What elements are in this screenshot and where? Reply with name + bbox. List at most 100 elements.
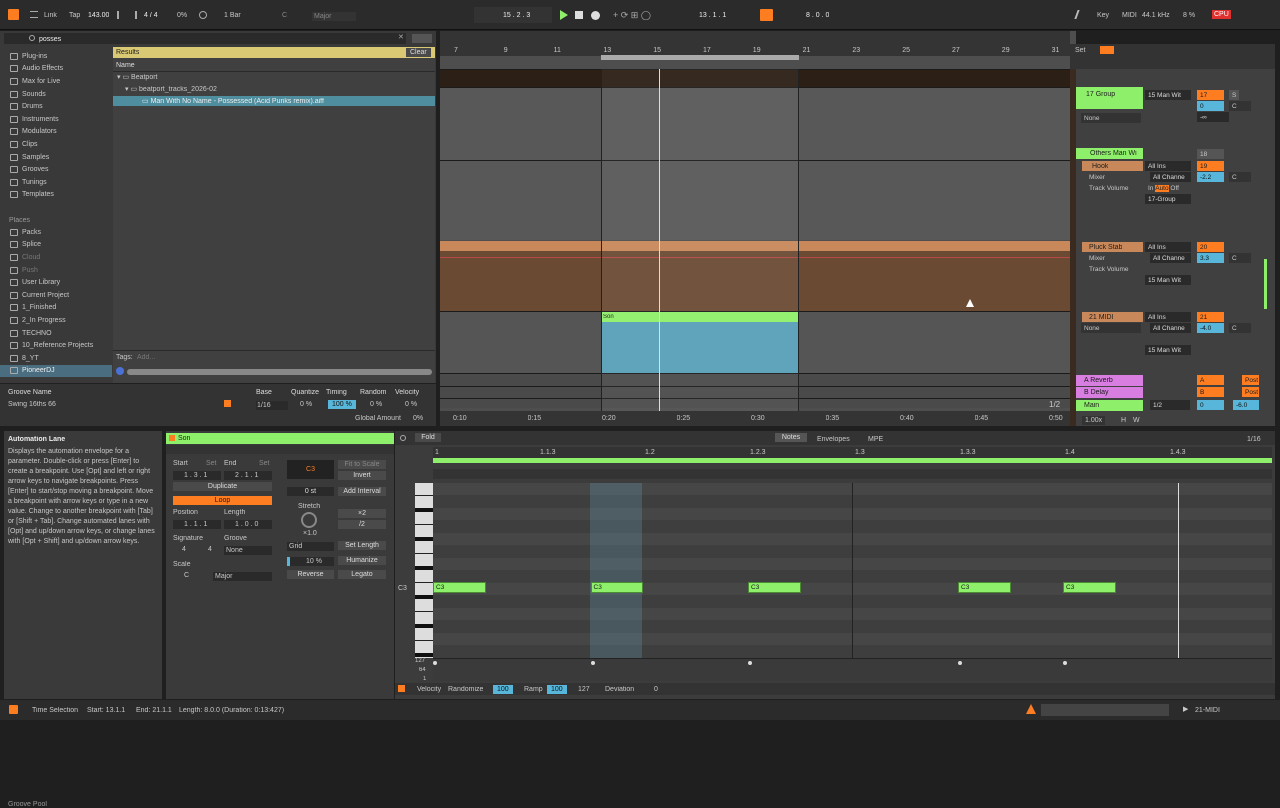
time-signature-field[interactable]: 4 / 4 bbox=[144, 12, 158, 19]
time-selection-overlay[interactable] bbox=[601, 69, 799, 411]
overview-strip[interactable] bbox=[1041, 704, 1169, 716]
category-grooves[interactable]: Grooves bbox=[0, 163, 112, 176]
tempo-field[interactable]: 143.00 bbox=[88, 12, 109, 19]
midi-note[interactable]: C3 bbox=[433, 582, 486, 593]
place-current-project[interactable]: Current Project bbox=[0, 289, 112, 302]
velocity-marker[interactable] bbox=[433, 661, 437, 665]
groove-velocity[interactable]: 0 % bbox=[405, 401, 417, 408]
end-value[interactable]: 2 . 1 . 1 bbox=[224, 471, 272, 480]
output-pluck[interactable]: 15 Man Wit bbox=[1145, 275, 1191, 285]
stop-icon[interactable] bbox=[575, 11, 583, 19]
output-21[interactable]: 15 Man Wit bbox=[1145, 345, 1191, 355]
start-value[interactable]: 1 . 3 . 1 bbox=[173, 471, 221, 480]
midi-note[interactable]: C3 bbox=[748, 582, 801, 593]
set-orange-button[interactable] bbox=[1100, 46, 1114, 54]
tree-item-file[interactable]: ▭ Man With No Name - Possessed (Acid Pun… bbox=[142, 98, 324, 105]
zoom-field[interactable]: 1.00x bbox=[1082, 416, 1106, 425]
place-pioneerdj[interactable]: PioneerDJ bbox=[0, 364, 112, 378]
scale-root-select[interactable]: C bbox=[184, 572, 189, 579]
time-ruler[interactable]: 0:10 0:15 0:20 0:25 0:30 0:35 0:40 0:45 0:50 bbox=[440, 411, 1070, 426]
routing-21-midi[interactable]: None bbox=[1081, 323, 1141, 333]
link-button[interactable]: Link bbox=[44, 12, 57, 19]
channel-hook[interactable]: All Channe bbox=[1150, 172, 1191, 182]
volume-17[interactable]: 0 bbox=[1197, 101, 1224, 111]
input-hook[interactable]: All Ins bbox=[1145, 161, 1191, 171]
solo-17[interactable]: S bbox=[1229, 90, 1239, 100]
category-audio-effects[interactable]: Audio Effects bbox=[0, 63, 112, 76]
loop-bar[interactable] bbox=[433, 458, 1272, 463]
tab-envelopes[interactable]: Envelopes bbox=[817, 436, 850, 443]
set-length-button[interactable]: Set Length bbox=[338, 541, 386, 550]
clear-search-icon[interactable]: ✕ bbox=[398, 34, 404, 41]
output-hook[interactable]: 17-Group bbox=[1145, 194, 1191, 204]
category-plug-ins[interactable]: Plug-ins bbox=[0, 50, 112, 63]
fit-to-scale-button[interactable]: Fit to Scale bbox=[338, 460, 386, 469]
track-number-21[interactable]: 21 bbox=[1197, 312, 1224, 322]
loop-button[interactable]: Loop bbox=[173, 496, 272, 505]
play-arrow-icon[interactable]: ▶ bbox=[1183, 706, 1188, 713]
deviation-value[interactable]: 0 bbox=[654, 686, 658, 693]
search-input[interactable]: posses bbox=[39, 36, 61, 43]
duplicate-button[interactable]: Duplicate bbox=[173, 482, 272, 491]
hamburger-icon[interactable] bbox=[30, 11, 38, 18]
clip-activator-icon[interactable] bbox=[169, 435, 175, 441]
grid-select[interactable]: Grid bbox=[287, 542, 334, 551]
groove-quantize[interactable]: 0 % bbox=[300, 401, 312, 408]
tab-notes[interactable]: Notes bbox=[775, 433, 807, 442]
randomize-button[interactable]: Randomize bbox=[448, 686, 483, 693]
humanize-button[interactable]: Humanize bbox=[338, 556, 386, 565]
place-cloud[interactable]: Cloud bbox=[0, 251, 112, 264]
add-interval-button[interactable]: Add Interval bbox=[338, 487, 386, 496]
clip-tabs[interactable] bbox=[166, 445, 394, 454]
ramp-value[interactable]: 100 bbox=[547, 685, 567, 694]
pan-20[interactable]: C bbox=[1229, 253, 1251, 263]
track-number-20[interactable]: 20 bbox=[1197, 242, 1224, 252]
clear-button[interactable]: Clear bbox=[406, 48, 431, 57]
quantize-menu[interactable]: 1 Bar bbox=[224, 12, 241, 19]
midi-note[interactable]: C3 bbox=[590, 582, 643, 593]
preview-waveform[interactable] bbox=[127, 369, 432, 375]
pan-17[interactable]: C bbox=[1229, 101, 1251, 111]
routing-17-group[interactable]: None bbox=[1081, 113, 1141, 123]
velocity-marker[interactable] bbox=[590, 661, 595, 665]
category-modulators[interactable]: Modulators bbox=[0, 126, 112, 139]
overdub-icon[interactable]: + ⟳ ⊞ ◯ bbox=[613, 11, 651, 20]
position-value[interactable]: 1 . 1 . 1 bbox=[173, 520, 221, 529]
pan-19[interactable]: C bbox=[1229, 172, 1251, 182]
place-splice[interactable]: Splice bbox=[0, 239, 112, 252]
legato-button[interactable]: Legato bbox=[338, 570, 386, 579]
place-reference-projects[interactable]: 10_Reference Projects bbox=[0, 339, 112, 352]
stretch-knob[interactable] bbox=[301, 512, 317, 528]
note-grid[interactable]: C3 C3 C3 C3 C3 bbox=[433, 483, 1272, 658]
volume-main[interactable]: 0 bbox=[1197, 400, 1224, 410]
piano-keys[interactable] bbox=[415, 483, 433, 658]
double-button[interactable]: ×2 bbox=[338, 509, 386, 518]
device-pluck[interactable]: Mixer bbox=[1086, 253, 1141, 263]
midi-note[interactable]: C3 bbox=[958, 582, 1011, 593]
category-instruments[interactable]: Instruments bbox=[0, 113, 112, 126]
signature-denominator[interactable]: 4 bbox=[208, 546, 212, 553]
live-logo-icon[interactable] bbox=[8, 9, 19, 20]
loop-start-field[interactable]: 13 . 1 . 1 bbox=[699, 12, 726, 19]
volume-20[interactable]: 3.3 bbox=[1197, 253, 1224, 263]
place-push[interactable]: Push bbox=[0, 264, 112, 277]
return-a-button[interactable]: A bbox=[1197, 375, 1224, 385]
place-finished[interactable]: 1_Finished bbox=[0, 302, 112, 315]
search-input-box[interactable] bbox=[4, 33, 406, 44]
tree-item-beatport[interactable]: ▾ ▭ Beatport bbox=[117, 74, 158, 81]
page-indicator[interactable]: 1/2 bbox=[1049, 401, 1060, 409]
signature-numerator[interactable]: 4 bbox=[182, 546, 186, 553]
groove-timing[interactable]: 100 % bbox=[328, 400, 356, 409]
volume-21[interactable]: -4.0 bbox=[1197, 323, 1224, 333]
ramp-button[interactable]: Ramp bbox=[524, 686, 543, 693]
clip-title-bar[interactable] bbox=[166, 433, 394, 444]
clip-name[interactable]: Son bbox=[178, 435, 190, 442]
transpose-field[interactable]: 0 st bbox=[287, 487, 334, 496]
key-root-select[interactable]: C bbox=[282, 12, 287, 19]
preview-icon[interactable] bbox=[116, 367, 124, 375]
device-hook[interactable]: Mixer bbox=[1086, 172, 1141, 182]
loop-length-field[interactable]: 8 . 0 . 0 bbox=[806, 12, 829, 19]
param-hook[interactable]: Track Volume bbox=[1086, 183, 1141, 193]
set-label[interactable]: Set bbox=[1075, 47, 1086, 54]
category-samples[interactable]: Samples bbox=[0, 151, 112, 164]
